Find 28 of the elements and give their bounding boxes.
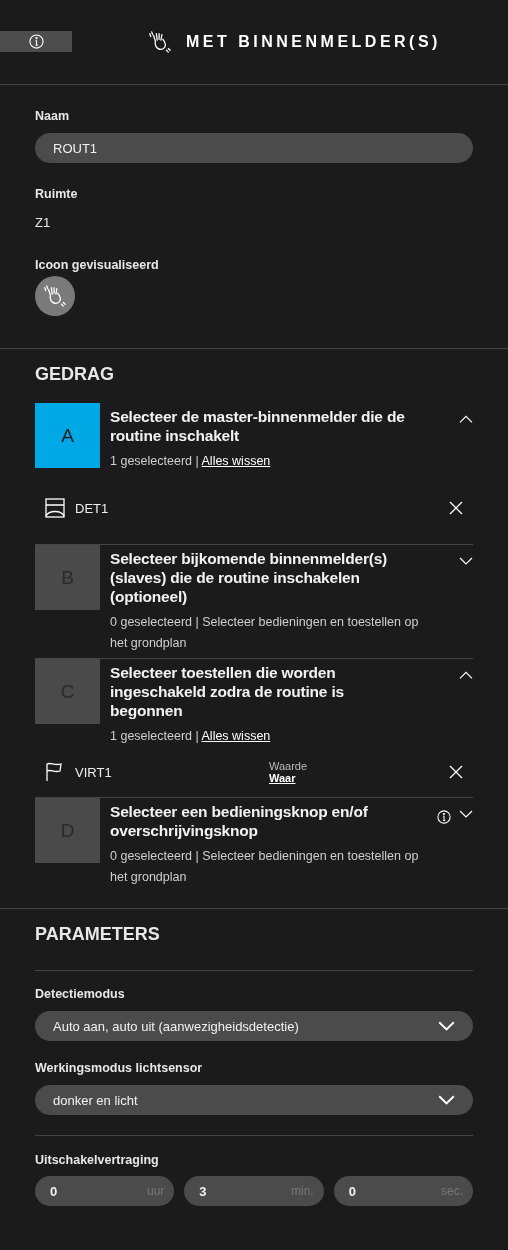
dropdown[interactable]: Auto aan, auto uit (aanwezigheidsdetectie) <box>35 1011 473 1041</box>
step-title: Selecteer bijkomende binnenmelder(s) (slaves) die de routine inschakelen (optioneel) <box>110 549 389 606</box>
field-label: Werkingsmodus lichtsensor <box>35 1061 204 1075</box>
step-letter: A <box>35 403 100 468</box>
item-name: VIRT1 <box>75 764 113 780</box>
field-label: Uitschakelvertraging <box>35 1153 160 1167</box>
room-value: Z1 <box>35 215 52 230</box>
name-field[interactable]: ROUT1 <box>35 133 473 163</box>
value-label: Waarde <box>269 760 309 772</box>
selection-summary: 0 geselecteerd | Selecteer bedieningen en toestellen op het grondplan <box>110 848 419 886</box>
clear-all-link[interactable]: Alles wissen <box>201 454 271 468</box>
section-title: GEDRAG <box>35 364 115 385</box>
selection-summary: 0 geselecteerd | Selecteer bedieningen en toestellen op het grondplan <box>110 614 419 652</box>
selection-summary: 1 geselecteerd | Alles wissen <box>110 728 272 745</box>
field-label: Icoon gevisualiseerd <box>35 258 160 272</box>
window-title: MET BINNENMELDER(S) <box>186 33 441 51</box>
field-label: Ruimte <box>35 187 79 201</box>
field-label: Detectiemodus <box>35 987 126 1001</box>
step-title: Selecteer een bedieningsknop en/of overschrijvingsknop <box>110 802 369 840</box>
item-name: DET1 <box>75 500 110 516</box>
value-link[interactable]: Waar <box>269 772 449 784</box>
step-title: Selecteer toestellen die worden ingeschakeld zodra de routine is begonnen <box>110 663 345 720</box>
step-title: Selecteer de master-binnenmelder die de routine inschakelt <box>110 407 406 445</box>
clear-all-link[interactable]: Alles wissen <box>201 729 271 743</box>
selection-summary: 1 geselecteerd | Alles wissen <box>110 453 272 470</box>
dropdown[interactable]: donker en licht <box>35 1085 473 1115</box>
section-title: PARAMETERS <box>35 924 161 945</box>
field-label: Naam <box>35 109 71 123</box>
